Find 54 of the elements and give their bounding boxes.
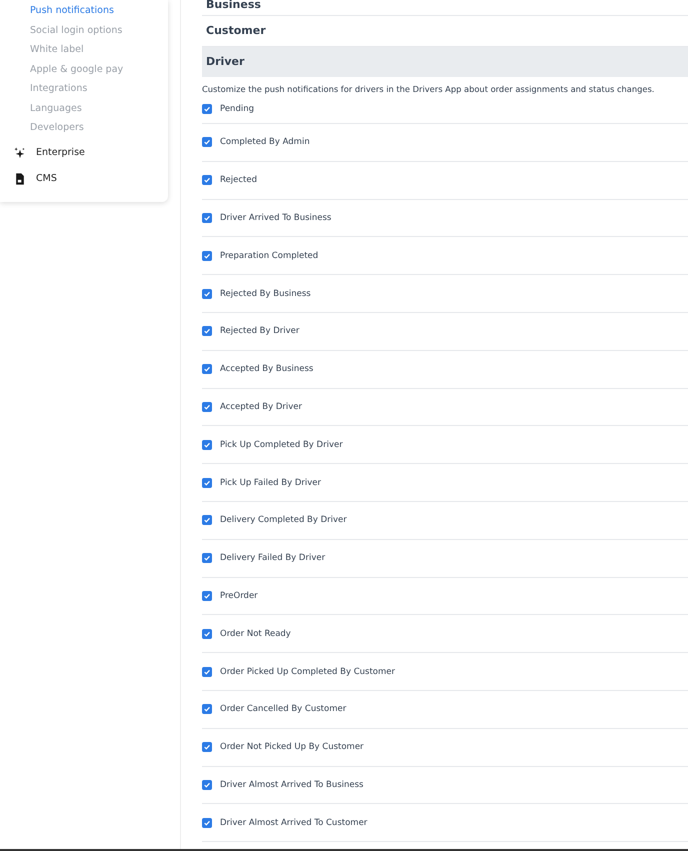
- checkbox-label: Rejected By Business: [220, 288, 311, 299]
- checkbox[interactable]: [202, 590, 212, 601]
- checkbox[interactable]: [202, 742, 212, 752]
- sidebar-item[interactable]: Enterprise: [36, 147, 85, 158]
- checkbox[interactable]: [202, 553, 212, 564]
- checkbox[interactable]: [202, 402, 212, 412]
- checkbox-label: Order Picked Up Completed By Customer: [220, 666, 396, 677]
- sidebar-subitem[interactable]: Developers: [30, 120, 168, 140]
- checkbox-label: Driver Arrived To Business: [220, 212, 332, 223]
- checkbox[interactable]: [202, 326, 212, 336]
- checkbox-label: Pick Up Failed By Driver: [220, 478, 322, 488]
- checkbox[interactable]: [202, 175, 212, 186]
- checkbox[interactable]: [202, 137, 212, 148]
- checkbox[interactable]: [202, 780, 212, 790]
- checkbox[interactable]: [202, 364, 212, 374]
- checkbox[interactable]: [202, 666, 212, 677]
- checkbox-label: Accepted By Driver: [220, 402, 302, 412]
- checkbox[interactable]: [202, 250, 212, 261]
- checkbox[interactable]: [202, 288, 212, 299]
- document-icon: [14, 172, 26, 184]
- checkbox-label: Order Not Picked Up By Customer: [220, 742, 364, 752]
- sparkle-icon: [14, 146, 26, 158]
- sidebar-subitem[interactable]: Languages: [30, 100, 168, 120]
- sidebar-item[interactable]: CMS: [36, 173, 57, 184]
- checkbox-label: Delivery Failed By Driver: [220, 553, 326, 564]
- sidebar-subitem[interactable]: Push notifications: [30, 3, 168, 22]
- checkbox-label: Pending: [220, 104, 254, 114]
- checkbox[interactable]: [202, 478, 212, 488]
- checkbox-label: Completed By Admin: [220, 137, 310, 148]
- checkbox-label: Accepted By Business: [220, 364, 314, 374]
- checkbox-label: Driver Almost Arrived To Business: [220, 780, 364, 790]
- checkbox[interactable]: [202, 212, 212, 223]
- checkbox-label: Pick Up Completed By Driver: [220, 440, 343, 450]
- checkbox[interactable]: [202, 104, 212, 114]
- checkbox-label: Order Cancelled By Customer: [220, 704, 346, 714]
- checkbox[interactable]: [202, 704, 212, 714]
- checkbox[interactable]: [202, 818, 212, 828]
- sidebar-subitem[interactable]: Integrations: [30, 81, 168, 100]
- checkbox[interactable]: [202, 628, 212, 639]
- checkbox-label: Delivery Completed By Driver: [220, 515, 347, 526]
- section-header[interactable]: Business: [202, 0, 688, 16]
- checkbox-label: PreOrder: [220, 590, 258, 601]
- sidebar-subitem[interactable]: Social login options: [30, 22, 168, 42]
- checkbox-label: Order Not Ready: [220, 628, 291, 639]
- sidebar-subitem[interactable]: White label: [30, 42, 168, 62]
- section-header[interactable]: Driver: [202, 47, 688, 77]
- checkbox[interactable]: [202, 515, 212, 526]
- checkbox-label: Rejected: [220, 175, 257, 186]
- checkbox-label: Rejected By Driver: [220, 326, 300, 336]
- section-description: Customize the push notifications for drivers in the Drivers App about order assignments and status changes.: [202, 84, 656, 94]
- checkbox-label: Driver Almost Arrived To Customer: [220, 818, 368, 828]
- sidebar-subitem[interactable]: Apple & google pay: [30, 62, 168, 81]
- checkbox-label: Preparation Completed: [220, 250, 318, 261]
- checkbox[interactable]: [202, 440, 212, 450]
